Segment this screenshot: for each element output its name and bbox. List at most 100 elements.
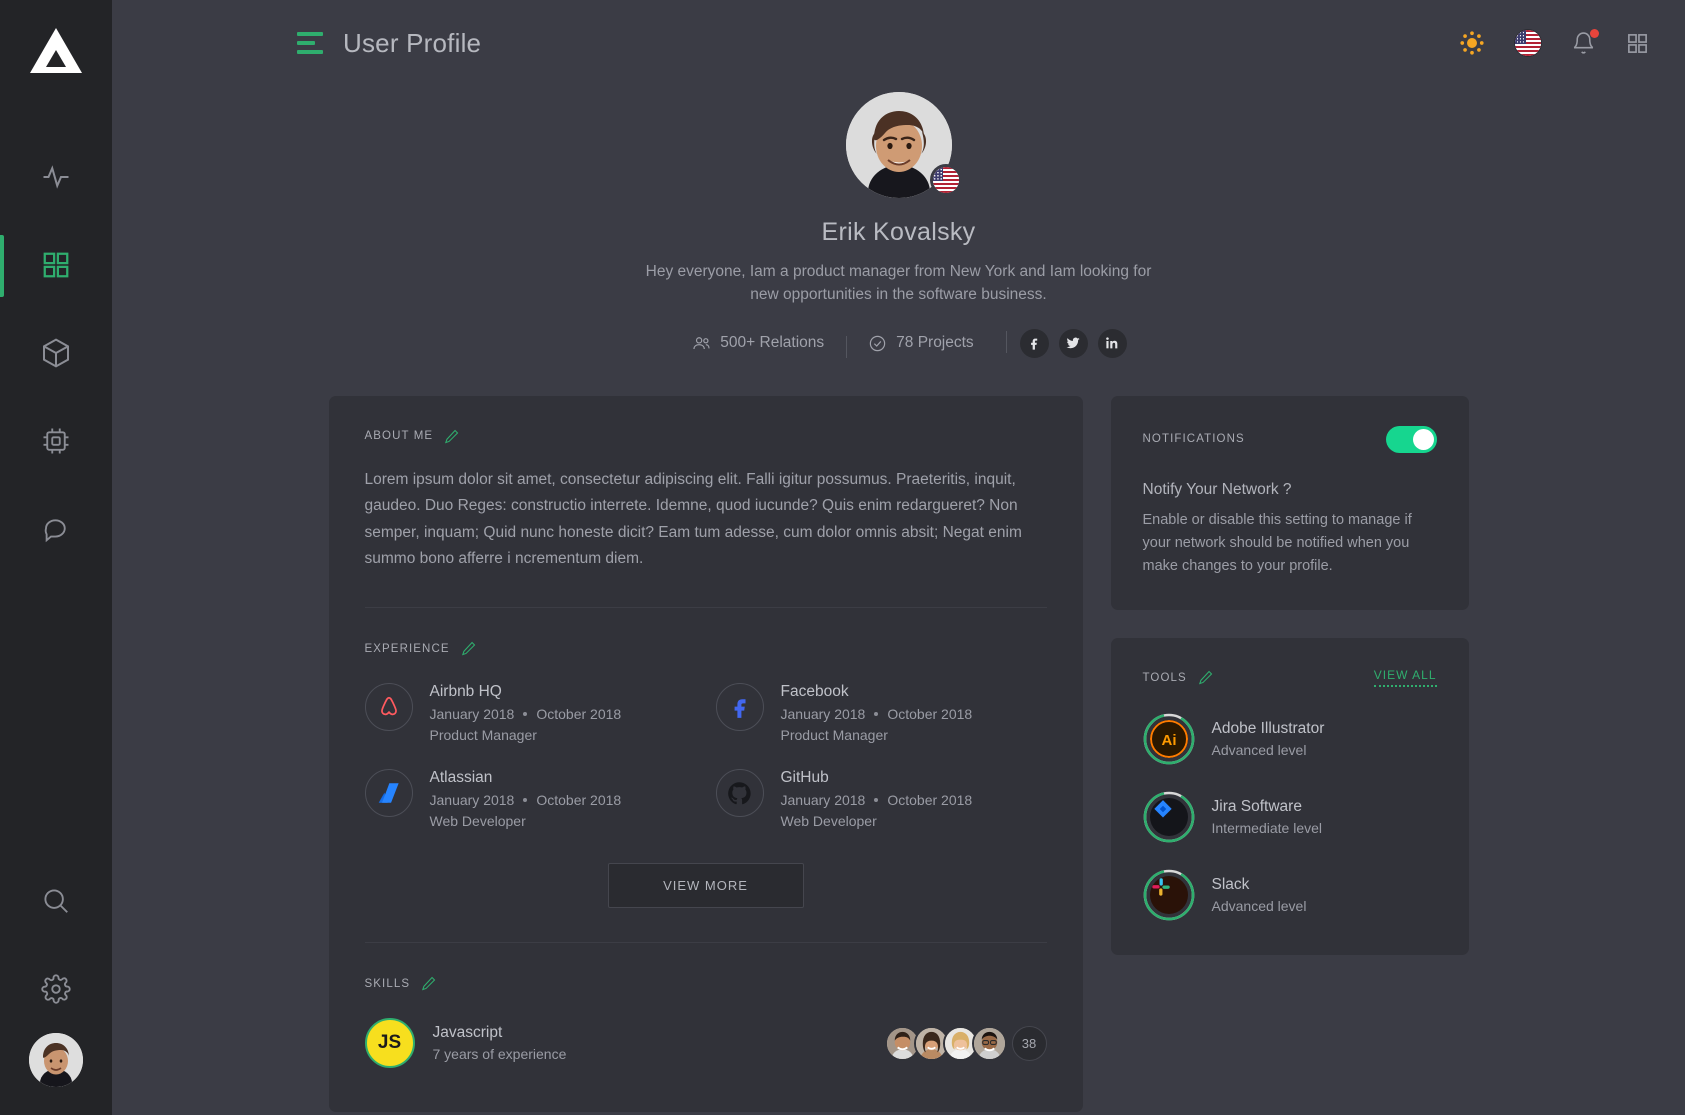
tool-text: Adobe Illustrator Advanced level xyxy=(1212,720,1325,758)
search-icon xyxy=(44,889,68,913)
skills-section-header: SKILLS xyxy=(365,975,1047,992)
tools-heading: TOOLS xyxy=(1142,671,1187,684)
tool-level: Intermediate level xyxy=(1211,820,1323,837)
experience-list: Airbnb HQ January 2018 October 2018 Prod… xyxy=(364,683,1047,830)
experience-item[interactable]: Atlassian January 2018 October 2018 Web … xyxy=(364,769,696,830)
twitter-link[interactable] xyxy=(1058,328,1088,358)
us-flag-icon xyxy=(929,164,962,196)
tool-level: Advanced level xyxy=(1211,898,1307,915)
tool-item[interactable]: Jira Software Intermediate level xyxy=(1143,791,1437,843)
sun-icon xyxy=(1460,31,1484,55)
sidebar-item-settings[interactable] xyxy=(0,945,112,1033)
notifications-question: Notify Your Network ? xyxy=(1142,480,1292,498)
experience-start: January 2018 xyxy=(429,792,515,809)
pencil-edit-icon[interactable] xyxy=(1197,669,1214,686)
endorsers-extra-count[interactable]: 38 xyxy=(1011,1025,1047,1061)
tool-item[interactable]: Ai Adobe Illustrator Advanced level xyxy=(1143,713,1437,765)
tool-item[interactable]: Slack Advanced level xyxy=(1143,869,1437,921)
experience-dates: January 2018 October 2018 xyxy=(781,706,973,722)
person-avatar-4[interactable] xyxy=(971,1025,1007,1061)
notifications-description: Enable or disable this setting to manage… xyxy=(1142,511,1412,574)
app-logo[interactable] xyxy=(28,26,84,81)
divider xyxy=(364,607,1047,609)
javascript-badge-text: JS xyxy=(377,1032,402,1054)
chat-bubble-icon xyxy=(44,519,66,543)
javascript-icon: JS xyxy=(364,1018,415,1069)
tool-text: Jira Software Intermediate level xyxy=(1212,798,1323,836)
experience-role: Product Manager xyxy=(429,727,537,744)
pencil-edit-icon[interactable] xyxy=(420,975,437,992)
experience-dates: January 2018 October 2018 xyxy=(781,792,973,808)
experience-item[interactable]: Airbnb HQ January 2018 October 2018 Prod… xyxy=(364,683,696,744)
skill-item: JS Javascript 7 years of experience 38 xyxy=(364,1018,1047,1069)
about-heading: ABOUT ME xyxy=(364,430,434,442)
experience-end: October 2018 xyxy=(536,792,622,809)
experience-heading: EXPERIENCE xyxy=(364,642,450,655)
stat-relations[interactable]: 500+ Relations xyxy=(670,334,846,353)
activity-pulse-icon xyxy=(43,165,69,189)
stat-relations-label: 500+ Relations xyxy=(720,334,825,351)
profile-stats: 500+ Relations 78 Projects xyxy=(112,328,1685,358)
pencil-edit-icon[interactable] xyxy=(443,428,460,445)
facebook-icon xyxy=(1031,338,1038,350)
notifications-button[interactable] xyxy=(1571,28,1599,56)
sidebar-item-dashboard[interactable] xyxy=(0,221,112,309)
apps-menu-button[interactable] xyxy=(1626,32,1649,55)
experience-item[interactable]: Facebook January 2018 October 2018 Produ… xyxy=(715,683,1047,744)
left-sidebar xyxy=(0,0,112,1115)
facebook-icon xyxy=(715,683,764,732)
tool-text: Slack Advanced level xyxy=(1212,876,1307,914)
notifications-heading: NOTIFICATIONS xyxy=(1142,433,1245,445)
experience-start: January 2018 xyxy=(780,792,866,809)
view-more-button[interactable]: VIEW MORE xyxy=(607,863,804,909)
language-selector-button[interactable] xyxy=(1515,30,1541,56)
tool-progress-ring xyxy=(1143,791,1195,843)
experience-item[interactable]: GitHub January 2018 October 2018 Web Dev… xyxy=(715,769,1047,829)
view-all-link[interactable]: VIEW ALL xyxy=(1373,668,1437,688)
tool-level: Advanced level xyxy=(1211,742,1307,759)
top-bar: User Profile xyxy=(112,0,1685,86)
sidebar-item-activity[interactable] xyxy=(0,133,112,221)
top-bar-actions xyxy=(1459,28,1649,56)
skill-meta: Javascript 7 years of experience xyxy=(433,1024,567,1062)
atlassian-icon xyxy=(364,769,413,818)
experience-role: Product Manager xyxy=(780,727,888,744)
top-bar-left: User Profile xyxy=(112,28,481,59)
notification-dot xyxy=(1590,28,1599,38)
check-circle-icon xyxy=(869,335,886,351)
airbnb-icon xyxy=(364,683,413,732)
experience-start: January 2018 xyxy=(780,706,866,723)
people-icon xyxy=(693,336,710,349)
sidebar-item-search[interactable] xyxy=(0,857,112,945)
main-area: User Profile Erik Kovalsky Hey everyone,… xyxy=(112,0,1685,1115)
sidebar-item-hardware[interactable] xyxy=(0,397,112,485)
experience-role: Web Developer xyxy=(429,813,526,830)
notifications-toggle[interactable] xyxy=(1385,425,1437,453)
experience-company: Airbnb HQ xyxy=(429,683,502,701)
tool-progress-ring: Ai xyxy=(1143,713,1195,765)
sidebar-item-packages[interactable] xyxy=(0,309,112,397)
experience-start: January 2018 xyxy=(429,706,515,723)
experience-end: October 2018 xyxy=(536,706,622,723)
pencil-edit-icon[interactable] xyxy=(460,640,477,657)
sidebar-item-messages[interactable] xyxy=(0,485,112,573)
notifications-card-header: NOTIFICATIONS xyxy=(1142,425,1437,453)
linkedin-link[interactable] xyxy=(1097,328,1127,358)
separator-dot xyxy=(523,712,528,717)
user-avatar xyxy=(29,1033,83,1087)
twitter-icon xyxy=(1066,337,1080,349)
stat-projects[interactable]: 78 Projects xyxy=(846,334,996,358)
facebook-link[interactable] xyxy=(1019,328,1049,358)
profile-details-card: ABOUT ME Lorem ipsum dolor sit amet, con… xyxy=(328,395,1083,1113)
about-section-header: ABOUT ME xyxy=(365,428,1047,445)
theme-toggle-button[interactable] xyxy=(1459,30,1485,56)
profile-hero: Erik Kovalsky Hey everyone, Iam a produc… xyxy=(112,92,1685,358)
avatar[interactable] xyxy=(845,92,962,198)
slack-icon xyxy=(1149,876,1188,915)
hamburger-menu-icon[interactable] xyxy=(297,32,323,54)
gear-icon xyxy=(41,974,71,1004)
experience-section-header: EXPERIENCE xyxy=(365,640,1047,657)
sidebar-user-avatar[interactable] xyxy=(29,1033,83,1087)
tool-name: Adobe Illustrator xyxy=(1211,720,1325,738)
separator-dot xyxy=(874,712,879,717)
